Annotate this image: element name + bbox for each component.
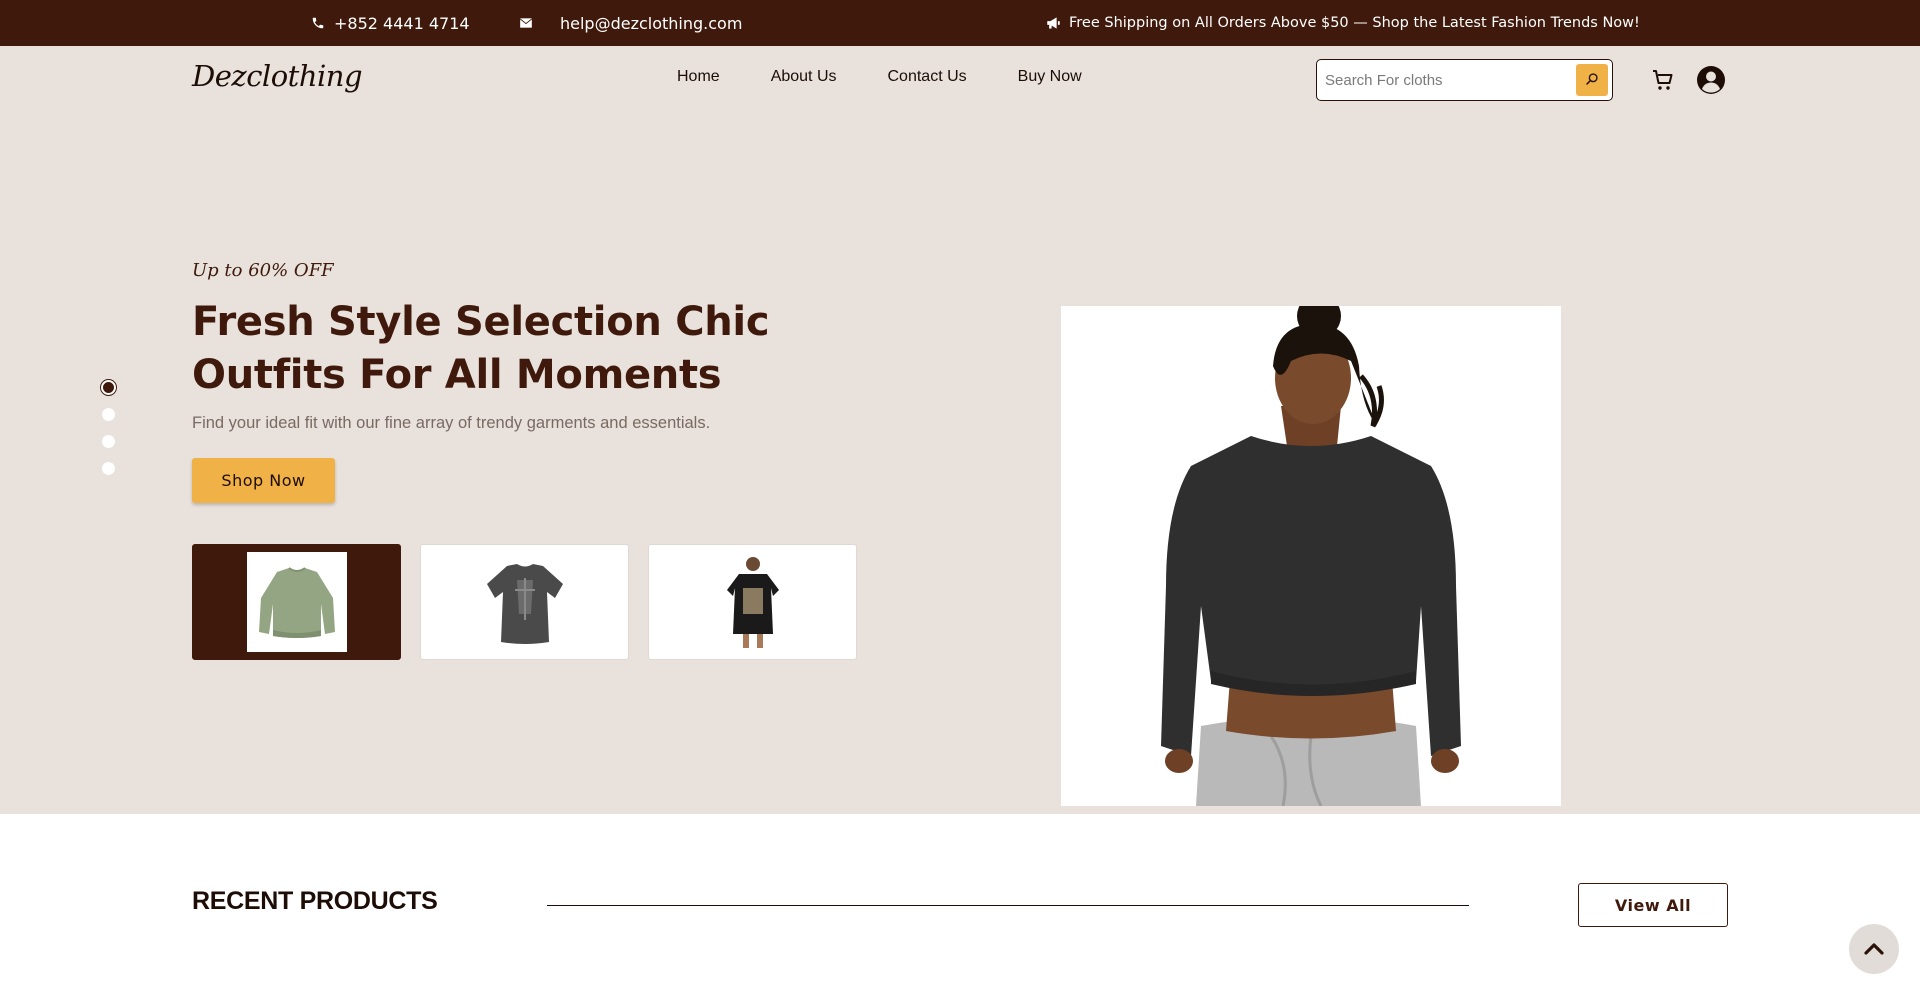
hero-headline: Fresh Style Selection Chic Outfits For A… (192, 299, 770, 398)
phone-contact[interactable]: +852 4441 4714 (310, 0, 470, 46)
slider-dot-3[interactable] (102, 435, 115, 448)
shop-now-button[interactable]: Shop Now (192, 458, 335, 503)
promo-banner: Free Shipping on All Orders Above $50 — … (1045, 0, 1640, 46)
hero-thumbnail-2[interactable] (420, 544, 629, 660)
site-logo[interactable]: Dezclothing (192, 59, 363, 93)
email-address: help@dezclothing.com (560, 13, 743, 33)
nav-home[interactable]: Home (677, 68, 720, 86)
account-button[interactable] (1696, 65, 1726, 95)
thumbnail-image (702, 552, 803, 652)
view-all-button[interactable]: View All (1578, 883, 1728, 927)
slider-dot-2[interactable] (102, 408, 115, 421)
promo-text: Free Shipping on All Orders Above $50 — … (1069, 15, 1640, 31)
hero-thumbnail-3[interactable] (648, 544, 857, 660)
hero-subtext: Find your ideal fit with our fine array … (192, 414, 711, 432)
hero-thumbnail-1[interactable] (192, 544, 401, 660)
nav-about-us[interactable]: About Us (771, 68, 837, 86)
user-icon (1696, 66, 1726, 99)
hero-tagline: Up to 60% OFF (192, 260, 334, 281)
hero-product-image (1061, 306, 1561, 806)
megaphone-icon (1045, 15, 1061, 31)
main-nav: Home About Us Contact Us Buy Now (677, 68, 1133, 86)
search-input[interactable] (1317, 60, 1572, 100)
nav-buy-now[interactable]: Buy Now (1018, 68, 1082, 86)
slider-dot-1[interactable] (101, 380, 116, 395)
section-divider (547, 905, 1469, 906)
scroll-to-top-button[interactable] (1849, 924, 1899, 974)
phone-icon (310, 15, 326, 31)
search-button[interactable] (1576, 64, 1608, 96)
thumbnail-image (474, 552, 575, 652)
cart-icon (1651, 70, 1675, 96)
mail-icon (518, 15, 534, 31)
email-contact[interactable]: help@dezclothing.com (518, 0, 742, 46)
nav-contact-us[interactable]: Contact Us (888, 68, 967, 86)
search-icon (1585, 71, 1599, 90)
top-bar: +852 4441 4714 help@dezclothing.com Free… (0, 0, 1920, 46)
phone-number: +852 4441 4714 (334, 13, 470, 33)
hero-section: Dezclothing Home About Us Contact Us Buy… (0, 46, 1920, 814)
chevron-up-icon (1863, 940, 1885, 959)
search-box (1316, 59, 1613, 101)
cart-button[interactable] (1651, 68, 1677, 94)
slider-dot-4[interactable] (102, 462, 115, 475)
recent-products-title: RECENT PRODUCTS (192, 887, 438, 915)
thumbnail-image (246, 552, 347, 652)
